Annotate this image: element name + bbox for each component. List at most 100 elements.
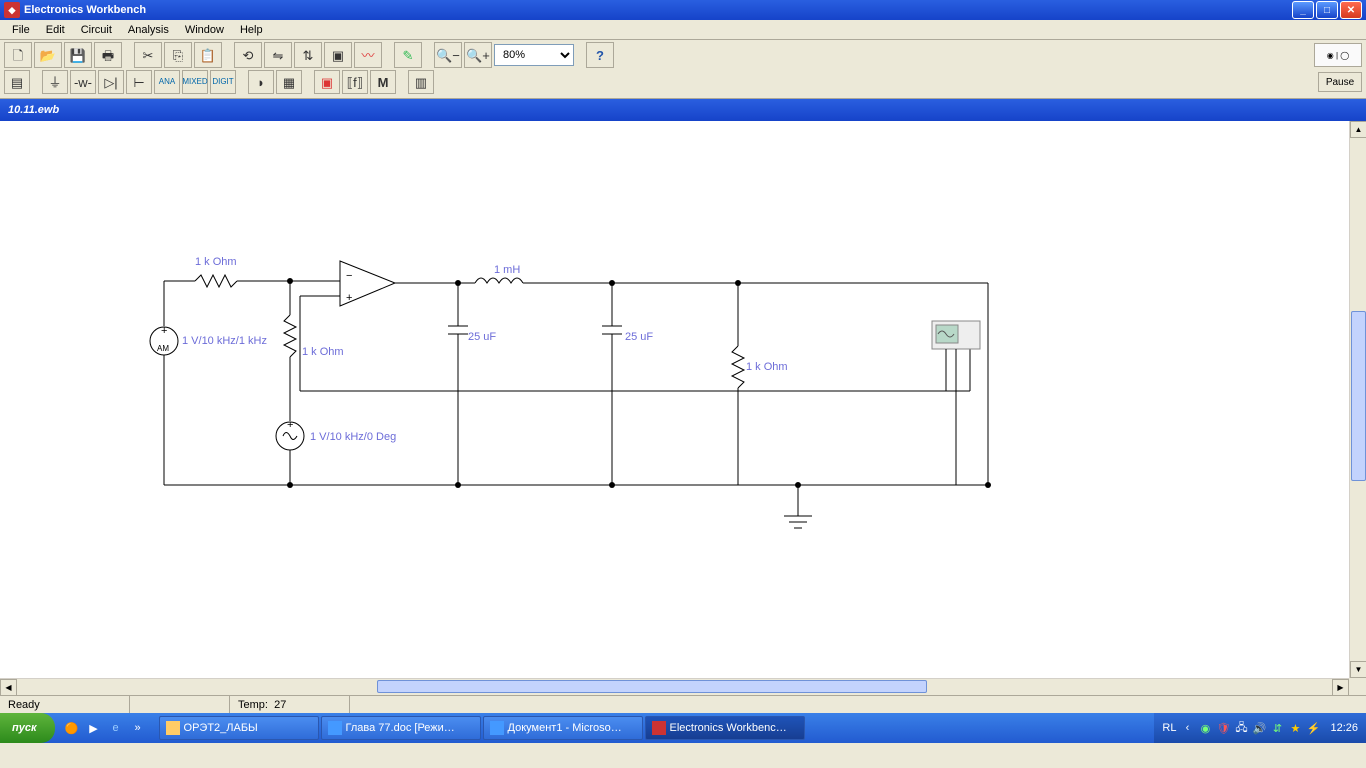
label-c1: 25 uF [468, 331, 496, 343]
menu-window[interactable]: Window [177, 22, 232, 38]
transistors-button[interactable]: ⊢ [126, 70, 152, 94]
scroll-right-icon[interactable]: ▶ [1332, 679, 1349, 696]
scroll-left-icon[interactable]: ◀ [0, 679, 17, 696]
svg-text:−: − [346, 270, 352, 282]
ql-ie-icon[interactable]: e [107, 719, 125, 737]
document-filename: 10.11.ewb [8, 104, 59, 116]
help-button[interactable]: ? [586, 42, 614, 68]
analog-ic-button[interactable]: ANA [154, 70, 180, 94]
tray-network-icon[interactable]: 🖧 [1234, 721, 1248, 735]
task-item-doc2[interactable]: Документ1 - Microso… [483, 716, 643, 740]
cut-button[interactable]: ✂ [134, 42, 162, 68]
ql-desktop-icon[interactable]: 🟠 [63, 719, 81, 737]
digital-ic-button[interactable]: DIGIT [210, 70, 236, 94]
scroll-up-icon[interactable]: ▲ [1350, 121, 1366, 138]
copy-button[interactable]: ⎘ [164, 42, 192, 68]
label-ac-value: 1 V/10 kHz/0 Deg [310, 431, 396, 443]
tray-av-icon[interactable]: ★ [1288, 721, 1302, 735]
vertical-scrollbar[interactable]: ▲ ▼ [1349, 121, 1366, 678]
status-ready: Ready [0, 696, 130, 713]
app-icon: ◆ [4, 2, 20, 18]
menu-file[interactable]: File [4, 22, 38, 38]
component-button[interactable]: ✎ [394, 42, 422, 68]
horizontal-scroll-thumb[interactable] [377, 680, 927, 693]
vertical-scroll-thumb[interactable] [1351, 311, 1366, 481]
label-l1: 1 mH [494, 264, 520, 276]
flip-v-button[interactable]: ⇅ [294, 42, 322, 68]
folder-icon [166, 721, 180, 735]
circuit-schematic: − + [0, 121, 1349, 678]
paste-button[interactable]: 📋 [194, 42, 222, 68]
task-item-doc1[interactable]: Глава 77.doc [Режи… [321, 716, 481, 740]
horizontal-scrollbar[interactable]: ◀ ▶ [0, 678, 1349, 695]
graph-button[interactable]: 〰 [354, 42, 382, 68]
word-icon [490, 721, 504, 735]
taskbar: пуск 🟠 ▶ e » ОРЭТ2_ЛАБЫ Глава 77.doc [Ре… [0, 713, 1366, 743]
label-am-source: AM [157, 344, 169, 353]
start-button[interactable]: пуск [0, 713, 55, 743]
instruments-button[interactable]: ▥ [408, 70, 434, 94]
task-item-ewb[interactable]: Electronics Workbenc… [645, 716, 805, 740]
rotate-button[interactable]: ⟲ [234, 42, 262, 68]
word-icon [328, 721, 342, 735]
menu-circuit[interactable]: Circuit [73, 22, 120, 38]
mixed-ic-button[interactable]: MIXED [182, 70, 208, 94]
menu-analysis[interactable]: Analysis [120, 22, 177, 38]
digital-button[interactable]: ▦ [276, 70, 302, 94]
task-item-folder[interactable]: ОРЭТ2_ЛАБЫ [159, 716, 319, 740]
menubar: File Edit Circuit Analysis Window Help [0, 20, 1366, 40]
print-button[interactable]: 🖶 [94, 42, 122, 68]
tray-lang[interactable]: RL [1162, 722, 1176, 734]
zoom-in-button[interactable]: 🔍+ [464, 42, 492, 68]
scroll-corner [1349, 678, 1366, 695]
tray-clock[interactable]: 12:26 [1330, 722, 1358, 734]
svg-text:+: + [161, 325, 167, 337]
ewb-icon [652, 721, 666, 735]
sources-button[interactable]: ⏚ [42, 70, 68, 94]
basic-button[interactable]: -w- [70, 70, 96, 94]
menu-help[interactable]: Help [232, 22, 271, 38]
svg-text:+: + [346, 292, 352, 304]
zoom-select[interactable]: 80% [494, 44, 574, 66]
controls-button[interactable]: ⟦f⟧ [342, 70, 368, 94]
label-r2: 1 k Ohm [302, 346, 344, 358]
new-button[interactable]: 🗋 [4, 42, 32, 68]
maximize-button[interactable]: □ [1316, 1, 1338, 19]
system-tray: RL ‹ ◉ 🛡 🖧 🔊 ⇵ ★ ⚡ 12:26 [1154, 713, 1366, 743]
svg-text:+: + [287, 419, 293, 431]
menu-edit[interactable]: Edit [38, 22, 73, 38]
open-button[interactable]: 📂 [34, 42, 62, 68]
misc-button[interactable]: M [370, 70, 396, 94]
save-button[interactable]: 💾 [64, 42, 92, 68]
status-temp: Temp: 27 [230, 696, 350, 713]
diodes-button[interactable]: ▷| [98, 70, 124, 94]
close-button[interactable]: ✕ [1340, 1, 1362, 19]
tray-volume-icon[interactable]: 🔊 [1252, 721, 1266, 735]
task-items: ОРЭТ2_ЛАБЫ Глава 77.doc [Режи… Документ1… [159, 716, 805, 740]
statusbar: Ready Temp: 27 [0, 695, 1366, 713]
circuit-canvas[interactable]: − + [0, 121, 1366, 695]
document-titlebar: 10.11.ewb [0, 99, 1366, 121]
tray-update-icon[interactable]: ◉ [1198, 721, 1212, 735]
logic-gates-button[interactable]: ◗ [248, 70, 274, 94]
minimize-button[interactable]: _ [1292, 1, 1314, 19]
tray-prev-icon[interactable]: ‹ [1180, 721, 1194, 735]
titlebar: ◆ Electronics Workbench _ □ ✕ [0, 0, 1366, 20]
flip-h-button[interactable]: ⇋ [264, 42, 292, 68]
label-am-value: 1 V/10 kHz/1 kHz [182, 335, 267, 347]
label-r1: 1 k Ohm [195, 256, 237, 268]
ql-more-icon[interactable]: » [129, 719, 147, 737]
label-c2: 25 uF [625, 331, 653, 343]
scroll-down-icon[interactable]: ▼ [1350, 661, 1366, 678]
status-empty [130, 696, 230, 713]
tray-shield-icon[interactable]: 🛡 [1216, 721, 1230, 735]
pause-button[interactable]: Pause [1318, 72, 1362, 92]
indicators-button[interactable]: ▣ [314, 70, 340, 94]
subcircuit-button[interactable]: ▣ [324, 42, 352, 68]
activate-switch[interactable]: ◉ | ◯ [1314, 43, 1362, 67]
favorites-button[interactable]: ▤ [4, 70, 30, 94]
zoom-out-button[interactable]: 🔍− [434, 42, 462, 68]
tray-usb-icon[interactable]: ⇵ [1270, 721, 1284, 735]
tray-power-icon[interactable]: ⚡ [1306, 721, 1320, 735]
ql-player-icon[interactable]: ▶ [85, 719, 103, 737]
